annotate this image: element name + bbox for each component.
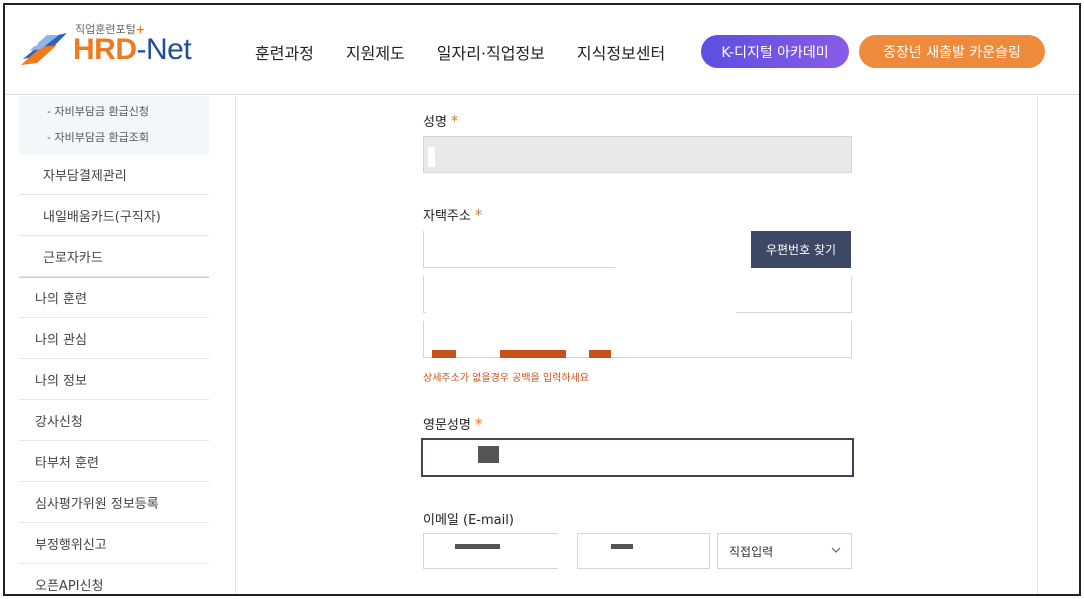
content-divider-right xyxy=(1037,96,1038,594)
redacted-text-bar xyxy=(500,350,566,358)
nav-support-system[interactable]: 지원제도 xyxy=(346,40,405,64)
hrd-net-logo[interactable]: 직업훈련포털+ HRD-Net xyxy=(19,19,199,75)
sidebar-item-my-training[interactable]: 나의 훈련 xyxy=(19,277,209,318)
sidebar-item-my-info[interactable]: 나의 정보 xyxy=(19,359,209,400)
sidebar-item-open-api-apply[interactable]: 오픈API신청 xyxy=(19,564,209,594)
site-header: 직업훈련포털+ HRD-Net 훈련과정 지원제도 일자리·직업정보 지식정보센… xyxy=(5,5,1079,95)
redacted-text-bar xyxy=(432,350,456,358)
redacted-value xyxy=(455,544,500,549)
postal-code-search-button[interactable]: 우편번호 찾기 xyxy=(751,231,851,268)
name-field xyxy=(423,136,852,173)
sidebar-item-job-seeker-card[interactable]: 내일배움카드(구직자) xyxy=(19,195,209,236)
sidebar-subgroup: - 자비부담금 환급신청 - 자비부담금 환급조회 xyxy=(19,96,209,154)
email-domain-field[interactable] xyxy=(577,533,710,569)
main-nav: 훈련과정 지원제도 일자리·직업정보 지식정보센터 xyxy=(255,40,697,64)
required-mark: * xyxy=(474,415,483,433)
redacted-text-bar xyxy=(589,350,611,358)
redacted-value xyxy=(611,544,633,549)
logo-mark-icon xyxy=(21,33,67,65)
nav-jobs-info[interactable]: 일자리·직업정보 xyxy=(437,40,545,64)
required-mark: * xyxy=(474,206,483,224)
name-label: 성명 * xyxy=(423,112,459,130)
address-label: 자택주소 * xyxy=(423,206,483,224)
sidebar-subitem-refund-query[interactable]: - 자비부담금 환급조회 xyxy=(19,124,209,150)
text-caret xyxy=(428,147,435,167)
redacted-value xyxy=(478,446,499,463)
address-hint-text: 상세주소가 없을경우 공백을 입력하세요 xyxy=(423,373,589,384)
redacted-address-area xyxy=(426,277,736,357)
content-divider-left xyxy=(235,96,236,594)
postal-code-field[interactable] xyxy=(423,231,615,268)
email-domain-select-value: 직접입력 xyxy=(729,544,774,559)
sidebar-item-worker-card[interactable]: 근로자카드 xyxy=(19,236,209,277)
browser-frame: 직업훈련포털+ HRD-Net 훈련과정 지원제도 일자리·직업정보 지식정보센… xyxy=(3,3,1081,596)
sidebar-item-my-interest[interactable]: 나의 관심 xyxy=(19,318,209,359)
nav-training-courses[interactable]: 훈련과정 xyxy=(255,40,314,64)
sidebar-item-other-ministry-training[interactable]: 타부처 훈련 xyxy=(19,441,209,482)
sidebar-subitem-refund-apply[interactable]: - 자비부담금 환급신청 xyxy=(19,98,209,124)
english-name-label: 영문성명 * xyxy=(423,415,483,433)
k-digital-academy-button[interactable]: K-디지털 아카데미 xyxy=(701,35,849,68)
nav-knowledge-center[interactable]: 지식정보센터 xyxy=(577,40,665,64)
logo-wordmark: HRD-Net xyxy=(73,33,192,66)
sidebar-item-self-pay-management[interactable]: 자부담결제관리 xyxy=(19,154,209,195)
chevron-down-icon xyxy=(831,547,841,553)
email-id-field[interactable] xyxy=(423,533,558,569)
sidebar-item-instructor-apply[interactable]: 강사신청 xyxy=(19,400,209,441)
sidebar-item-evaluator-registration[interactable]: 심사평가위원 정보등록 xyxy=(19,482,209,523)
required-mark: * xyxy=(450,112,459,130)
sidebar-item-misconduct-report[interactable]: 부정행위신고 xyxy=(19,523,209,564)
midlife-counseling-button[interactable]: 중장년 새출발 카운슬링 xyxy=(859,35,1045,68)
sidebar: - 자비부담금 환급신청 - 자비부담금 환급조회 자부담결제관리 내일배움카드… xyxy=(19,96,209,594)
email-label: 이메일 (E-mail) xyxy=(423,513,514,528)
email-domain-select[interactable]: 직접입력 xyxy=(717,533,852,569)
